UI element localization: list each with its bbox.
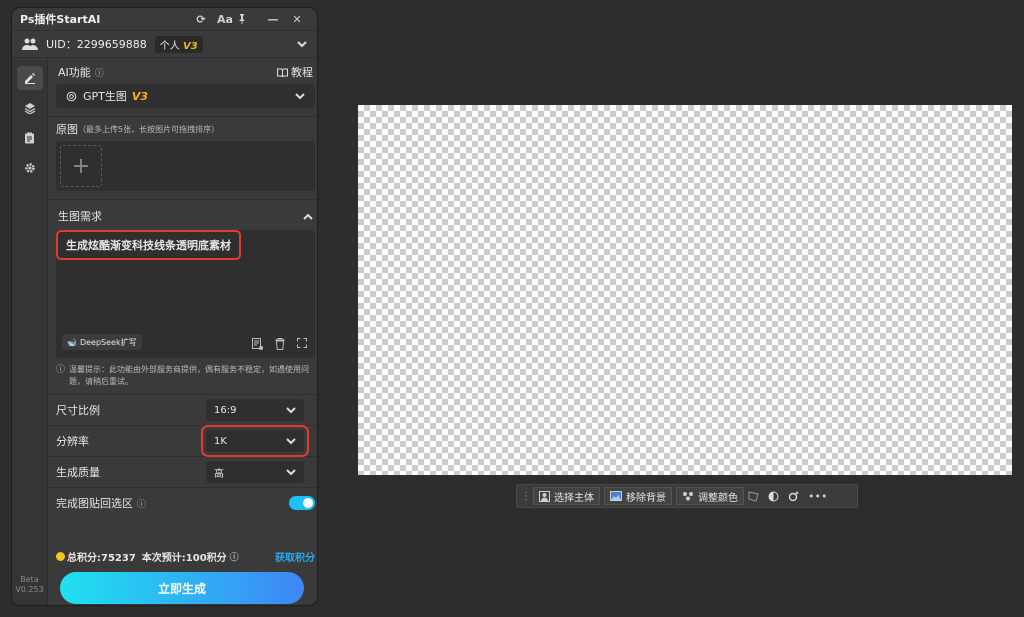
aspect-ratio-value: 16:9 [214,404,237,416]
ai-function-header: AI功能 ⓘ 教程 [56,60,315,84]
credits-bar: 总积分:75237 本次预计:100积分 ⓘ 获取积分 [56,548,315,564]
quality-label: 生成质量 [56,466,100,479]
quality-select[interactable]: 高 [206,461,304,483]
paste-back-toggle[interactable] [289,496,315,510]
select-subject-button[interactable]: 选择主体 [533,487,600,505]
paste-back-label: 完成图贴回选区 [56,497,133,510]
info-icon: ⓘ [56,365,66,375]
paste-back-row: 完成图贴回选区 ⓘ [48,487,317,518]
aspect-ratio-row: 尺寸比例 16:9 [48,394,317,425]
remove-background-button[interactable]: 移除背景 [604,487,672,505]
aspect-ratio-label: 尺寸比例 [56,404,100,417]
ai-function-version: V3 [131,89,149,103]
image-icon [610,491,622,501]
sidebar: Beta V0.253 [12,60,48,605]
prompt-section-label: 生图需求 [58,210,102,223]
users-icon [22,38,38,50]
adjust-color-button[interactable]: 调整颜色 [676,487,744,505]
plan-name: 个人 [159,40,180,52]
upload-area: + [56,141,315,191]
plugin-window: Ps插件StartAI ⟳ Aa — ✕ UID：2299659888 个人 V… [12,8,317,605]
close-icon[interactable]: ✕ [285,13,309,26]
total-credits: 总积分:75237 [67,552,136,564]
font-size-icon[interactable]: Aa [213,13,237,26]
chevron-down-icon [286,437,296,445]
edit-icon[interactable] [16,66,43,90]
ai-function-value: GPT生图 [83,90,127,103]
deepseek-expand-button[interactable]: 🐋 DeepSeek扩写 [62,334,142,350]
title-bar: Ps插件StartAI ⟳ Aa — ✕ [12,8,317,30]
earn-credits-link[interactable]: 获取积分 [275,549,315,564]
adjustment-circle-icon[interactable] [768,491,784,502]
info-icon[interactable]: ⓘ [95,66,104,79]
layers-icon[interactable] [17,96,43,120]
quality-value: 高 [214,468,224,480]
chevron-down-icon [295,92,305,100]
resolution-row: 分辨率 1K [48,425,317,457]
account-bar[interactable]: UID：2299659888 个人 V3 [12,30,317,58]
refresh-icon[interactable]: ⟳ [189,13,213,26]
more-options-icon[interactable]: ••• [808,490,827,503]
trash-icon[interactable] [275,338,285,350]
clipboard-icon[interactable] [17,126,43,150]
version-number: V0.253 [15,585,44,594]
gear-icon[interactable] [17,156,43,180]
chevron-down-icon[interactable] [297,40,307,48]
divider [48,199,317,200]
generate-button[interactable]: 立即生成 [60,572,304,604]
source-image-header: 原图 （最多上传5张，长按图片可拖拽排序） [56,121,315,137]
adjust-color-label: 调整颜色 [698,492,738,504]
deepseek-label: DeepSeek扩写 [79,337,137,347]
warning-text: 温馨提示：此功能由外部服务商提供，偶有服务不稳定，如遇使用问题，请稍后重试。 [69,365,310,386]
contextual-task-bar: ⋮ 选择主体 移除背景 调整颜色 ••• [516,484,858,508]
chevron-up-icon[interactable] [303,213,313,220]
prompt-text: 生成炫酷渐变科技线条透明底素材 [56,230,241,260]
add-image-button[interactable]: + [60,145,102,187]
expand-icon[interactable] [297,338,307,350]
warning-notice: ⓘ 温馨提示：此功能由外部服务商提供，偶有服务不稳定，如遇使用问题，请稍后重试。 [56,364,315,388]
version-info: Beta V0.253 [12,575,47,595]
aspect-ratio-select[interactable]: 16:9 [206,399,304,421]
person-icon [539,490,550,502]
resolution-value: 1K [214,435,227,447]
gpt-icon [66,91,77,102]
info-icon[interactable]: ⓘ [230,550,239,563]
remove-background-label: 移除背景 [626,492,666,504]
minimize-icon[interactable]: — [261,13,285,26]
estimate-credits: 本次预计:100积分 [141,552,227,564]
drag-handle-icon[interactable]: ⋮ [521,491,531,502]
quality-row: 生成质量 高 [48,456,317,487]
source-image-hint: （最多上传5张，长按图片可拖拽排序） [78,124,220,134]
book-icon[interactable] [277,68,288,77]
resolution-select[interactable]: 1K [201,425,309,457]
color-adjust-icon [682,491,694,501]
chevron-down-icon [286,406,296,414]
resolution-label: 分辨率 [56,435,89,448]
ai-function-label: AI功能 [58,66,91,79]
uid-text: UID：2299659888 [46,38,147,51]
window-title: Ps插件StartAI [20,13,101,26]
coin-icon [56,551,65,561]
plus-icon: + [71,153,91,179]
source-image-label: 原图 [56,123,78,136]
ai-function-select[interactable]: GPT生图 V3 [56,84,315,108]
prompt-tools [252,338,307,350]
info-icon[interactable]: ⓘ [137,497,146,510]
version-label: Beta [20,575,39,584]
plan-badge: 个人 V3 [154,35,203,53]
divider [48,116,317,117]
select-subject-label: 选择主体 [554,492,594,504]
tutorial-link[interactable]: 教程 [291,64,313,80]
prompt-textarea[interactable]: 生成炫酷渐变科技线条透明底素材 🐋 DeepSeek扩写 [56,230,315,358]
transparent-canvas[interactable] [358,105,1012,475]
plan-version: V3 [182,40,198,52]
sparkle-settings-icon[interactable] [788,490,804,502]
pin-icon[interactable] [237,14,261,24]
template-icon[interactable] [252,338,263,350]
whale-icon: 🐋 [67,337,77,347]
prompt-section-header[interactable]: 生图需求 [56,204,315,228]
chevron-down-icon [286,468,296,476]
main-panel: AI功能 ⓘ 教程 GPT生图 V3 原图 （最多上传5张，长按图片可拖拽排序） [48,60,317,605]
transform-icon[interactable] [748,490,764,502]
